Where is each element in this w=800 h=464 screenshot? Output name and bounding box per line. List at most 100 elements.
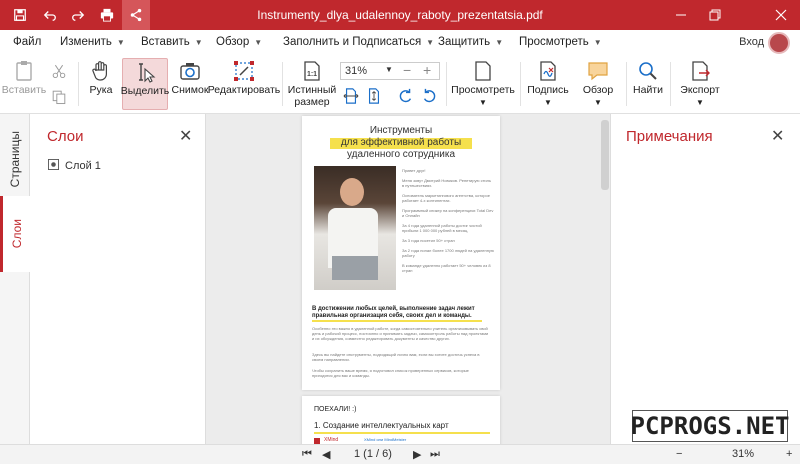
undo-icon[interactable] — [36, 0, 64, 30]
zoom-in-icon[interactable]: + — [786, 448, 792, 460]
svg-text:1:1: 1:1 — [307, 71, 317, 78]
doc-heading-1: Инструменты — [369, 125, 433, 136]
zoom-level[interactable]: 31% — [732, 448, 754, 460]
search-icon — [637, 58, 659, 84]
paste-button[interactable]: Вставить — [2, 58, 46, 110]
doc-goal-text: В достижении любых целей, выполнение зад… — [312, 306, 475, 319]
doc-page2-title: ПОЕХАЛИ! :) — [314, 406, 357, 413]
bullet-list: Привет друг! Меня зовут Дмитрий Новиков.… — [402, 168, 494, 273]
author-photo — [314, 166, 396, 290]
minimize-icon[interactable] — [664, 0, 698, 30]
login-link[interactable]: Вход — [739, 30, 764, 54]
print-icon[interactable] — [93, 0, 121, 30]
panel-title: Слои — [47, 128, 84, 145]
list-item[interactable]: Слой 1 — [48, 159, 101, 173]
highlight-underline — [314, 432, 490, 434]
separator — [282, 62, 283, 106]
doc-page2-heading: 1. Создание интеллектуальных карт — [314, 421, 449, 430]
zoom-value[interactable]: 31% — [345, 65, 367, 77]
close-icon[interactable]: ✕ — [771, 126, 784, 146]
actual-size-icon: 1:1 — [301, 58, 323, 84]
zoom-combobox[interactable]: 31% ▼ − + — [340, 62, 440, 80]
doc-paragraph-1: Особенно это важно в удаленной работе, к… — [312, 326, 489, 341]
next-page-icon[interactable]: ▶ — [413, 448, 421, 461]
find-button[interactable]: Найти — [632, 58, 664, 110]
zoom-out-icon[interactable]: − — [403, 62, 411, 78]
review-button[interactable]: Обзор ▼ — [578, 58, 618, 110]
vertical-scrollbar[interactable] — [601, 120, 609, 190]
fit-width-icon[interactable] — [343, 88, 359, 107]
text-cursor-icon — [134, 59, 156, 85]
edit-button[interactable]: Редактировать — [208, 58, 280, 110]
menu-file[interactable]: Файл — [13, 30, 41, 54]
menu-review[interactable]: Обзор ▼ — [216, 30, 262, 54]
separator — [78, 62, 79, 106]
hand-tool-button[interactable]: Рука — [84, 58, 118, 110]
scissors-icon — [51, 58, 67, 84]
sign-button[interactable]: Подпись ▼ — [526, 58, 570, 110]
visibility-icon[interactable] — [48, 159, 59, 173]
doc-paragraph-2: Здесь вы найдете инструменты, подходящий… — [312, 352, 480, 362]
watermark: PCPROGS.NET — [630, 410, 790, 442]
fit-page-icon[interactable] — [366, 88, 382, 107]
restore-icon[interactable] — [698, 0, 732, 30]
status-bar: ⏮ ◀ 1 (1 / 6) ▶ ⏭ − 31% + — [0, 444, 800, 464]
save-icon[interactable] — [6, 0, 34, 30]
snapshot-button[interactable]: Снимок — [172, 58, 208, 110]
tab-layers[interactable]: Слои — [0, 196, 30, 272]
select-tool-button[interactable]: Выделить — [121, 58, 169, 110]
comment-icon — [587, 58, 609, 84]
share-icon[interactable] — [122, 0, 150, 30]
window-title: Instrumenty_dlya_udalennoy_raboty_prezen… — [257, 8, 543, 22]
camera-icon — [179, 58, 201, 84]
last-page-icon[interactable]: ⏭ — [430, 448, 440, 461]
menu-insert[interactable]: Вставить ▼ — [141, 30, 203, 54]
export-icon — [689, 58, 711, 84]
menu-view[interactable]: Просмотреть ▼ — [519, 30, 602, 54]
panel-title: Примечания — [626, 128, 713, 145]
view-button[interactable]: Просмотреть ▼ — [451, 58, 515, 110]
close-window-icon[interactable] — [764, 0, 798, 30]
clipboard-icon — [13, 58, 35, 84]
title-bar: Instrumenty_dlya_udalennoy_raboty_prezen… — [0, 0, 800, 30]
signature-icon — [537, 58, 559, 84]
tab-pages[interactable]: Страницы — [0, 122, 30, 196]
redo-icon[interactable] — [64, 0, 92, 30]
document-viewer[interactable]: Инструменты для эффективной работы удале… — [206, 114, 610, 456]
zoom-in-icon[interactable]: + — [423, 62, 431, 78]
chevron-down-icon[interactable]: ▼ — [385, 65, 393, 74]
page-view-icon — [472, 58, 494, 84]
copy-icon — [51, 84, 67, 110]
rotate-left-icon[interactable] — [398, 88, 414, 107]
pdf-page-1: Инструменты для эффективной работы удале… — [302, 116, 500, 390]
separator — [446, 62, 447, 106]
separator — [670, 62, 671, 106]
menu-edit[interactable]: Изменить ▼ — [60, 30, 125, 54]
avatar[interactable] — [768, 32, 790, 54]
notes-panel: Примечания ✕ — [610, 114, 800, 444]
first-page-icon[interactable]: ⏮ — [302, 448, 312, 461]
menu-fill-sign[interactable]: Заполнить и Подписаться ▼ — [283, 30, 434, 54]
doc-page2-item-desc: XMind или MindMeister — [364, 437, 407, 442]
menu-protect[interactable]: Защитить ▼ — [438, 30, 503, 54]
menu-bar: Файл Изменить ▼ Вставить ▼ Обзор ▼ Заполнит… — [0, 30, 800, 54]
separator — [520, 62, 521, 106]
doc-heading-3: удаленного сотрудника — [346, 149, 456, 160]
page-indicator[interactable]: 1 (1 / 6) — [354, 448, 392, 460]
actual-size-button[interactable]: 1:1 Истинный размер — [288, 58, 336, 110]
hand-icon — [90, 58, 112, 84]
highlight-underline — [312, 320, 482, 322]
layers-panel: Слои ✕ Слой 1 — [30, 114, 206, 444]
edit-object-icon — [233, 58, 255, 84]
prev-page-icon[interactable]: ◀ — [322, 448, 330, 461]
side-tabs: Страницы Слои — [0, 114, 30, 444]
doc-paragraph-3: Чтобы сохранить ваше время, я подготовил… — [312, 368, 469, 378]
export-button[interactable]: Экспорт ▼ — [676, 58, 724, 110]
cut-button[interactable] — [48, 58, 70, 110]
doc-page2-item: XMind — [324, 437, 339, 443]
doc-heading-2: для эффективной работы — [340, 137, 462, 148]
zoom-out-icon[interactable]: − — [676, 448, 682, 460]
separator — [626, 62, 627, 106]
rotate-right-icon[interactable] — [421, 88, 437, 107]
close-icon[interactable]: ✕ — [179, 126, 192, 146]
